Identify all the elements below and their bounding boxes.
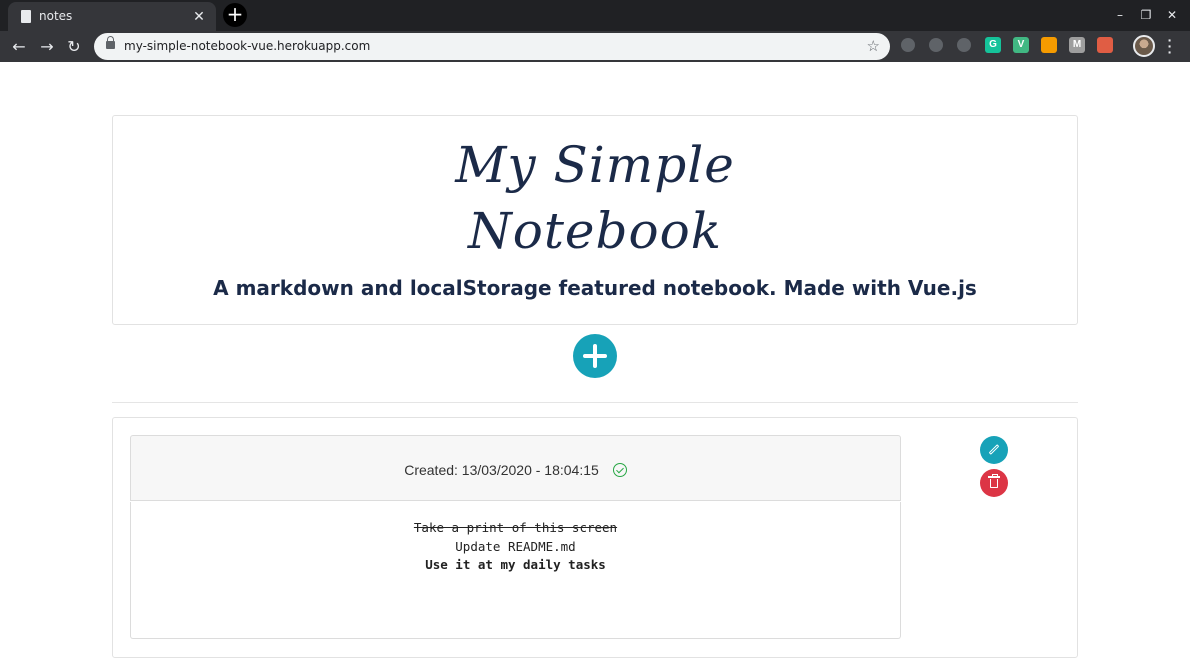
back-arrow-icon[interactable]: ← (8, 36, 30, 58)
delete-note-button[interactable] (980, 469, 1008, 497)
check-circle-icon[interactable] (612, 463, 627, 477)
profile-avatar[interactable] (1133, 35, 1155, 57)
note-created: Created: 13/03/2020 - 18:04:15 (131, 462, 900, 478)
note-body: Take a print of this screen Update READM… (130, 502, 901, 639)
browser-menu-icon[interactable]: · · · (1166, 33, 1174, 59)
colorful-extension-icon[interactable] (1097, 37, 1113, 53)
address-bar[interactable]: my-simple-notebook-vue.herokuapp.com ☆ (94, 33, 890, 60)
divider (112, 402, 1078, 403)
restore-window-icon[interactable]: ❐ (1136, 6, 1156, 24)
note-line: Update README.md (455, 538, 576, 554)
bookmark-star-icon[interactable]: ☆ (867, 37, 880, 55)
note-header: Created: 13/03/2020 - 18:04:15 (130, 435, 901, 501)
note-line: Take a print of this screen (413, 520, 618, 535)
minimize-window-icon[interactable]: – (1110, 6, 1130, 24)
add-note-button[interactable] (573, 334, 617, 378)
grammarly-icon[interactable]: G (985, 37, 1001, 53)
forward-arrow-icon[interactable]: → (36, 36, 58, 58)
tab-title: notes (39, 9, 73, 23)
react-devtools-icon[interactable] (957, 38, 971, 52)
pencil-icon (988, 444, 1000, 455)
note-card: Created: 13/03/2020 - 18:04:15 Take a pr… (112, 417, 1078, 658)
note-content: Take a print of this screen Update READM… (131, 519, 900, 575)
page-subtitle: A markdown and localStorage featured not… (213, 276, 977, 300)
title-line-2: Notebook (467, 202, 723, 260)
browser-toolbar: ← → ↻ my-simple-notebook-vue.herokuapp.c… (0, 31, 1190, 62)
lock-icon[interactable] (106, 36, 115, 49)
header-card: My Simple Notebook A markdown and localS… (112, 115, 1078, 325)
note-line: Use it at my daily tasks (425, 557, 606, 572)
orange-extension-icon[interactable] (1041, 37, 1057, 53)
page-title: My Simple Notebook (113, 132, 1077, 264)
url-text[interactable]: my-simple-notebook-vue.herokuapp.com (124, 39, 370, 53)
edit-note-button[interactable] (980, 436, 1008, 464)
vue-devtools-icon[interactable]: V (1013, 37, 1029, 53)
trash-icon (988, 474, 1000, 488)
title-line-1: My Simple (455, 136, 735, 194)
chat-extension-icon[interactable] (929, 38, 943, 52)
browser-tab[interactable]: notes ✕ (8, 2, 216, 31)
close-window-icon[interactable]: ✕ (1162, 6, 1182, 24)
note-created-text: Created: 13/03/2020 - 18:04:15 (404, 462, 599, 478)
browser-tab-strip: notes ✕ + – ❐ ✕ (0, 0, 1190, 31)
close-tab-icon[interactable]: ✕ (190, 7, 208, 25)
m-extension-icon[interactable]: M (1069, 37, 1085, 53)
new-tab-button[interactable]: + (223, 3, 247, 27)
page-favicon-icon (21, 10, 31, 23)
reload-icon[interactable]: ↻ (63, 36, 85, 58)
pocket-icon[interactable] (901, 38, 915, 52)
